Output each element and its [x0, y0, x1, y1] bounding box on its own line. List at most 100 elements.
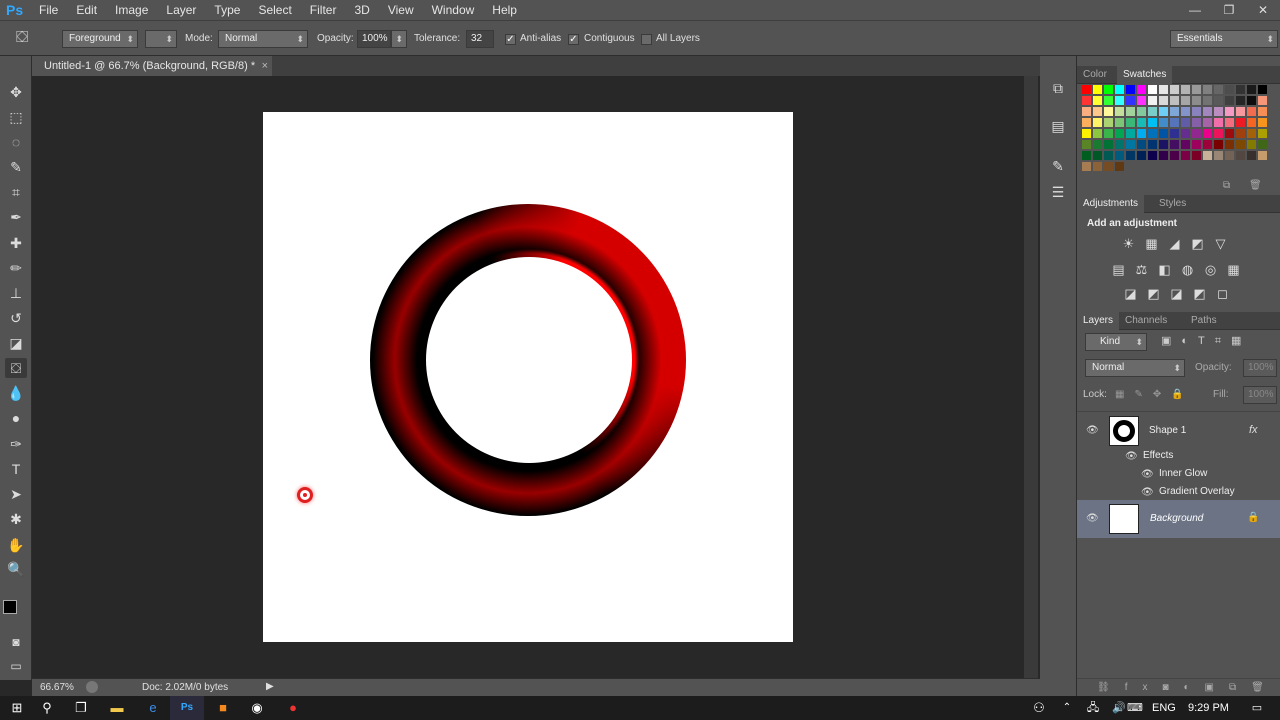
status-info-icon[interactable]: [86, 681, 98, 693]
color-swatch[interactable]: [1125, 106, 1136, 117]
app-taskbar-icon[interactable]: ■: [206, 696, 240, 720]
layers-footer-icons[interactable]: ⛓fx◙◐▣⧉🗑: [1077, 678, 1280, 696]
menu-layer[interactable]: Layer: [157, 3, 205, 17]
color-swatch[interactable]: [1136, 95, 1147, 106]
hand-tool-icon[interactable]: ✋: [5, 535, 27, 555]
fill-input[interactable]: 100%: [1243, 386, 1277, 404]
color-swatch[interactable]: [1257, 128, 1268, 139]
color-swatch[interactable]: [1169, 84, 1180, 95]
history-panel-icon[interactable]: ⧉: [1048, 80, 1068, 100]
color-swatch[interactable]: [1202, 84, 1213, 95]
color-balance-icon[interactable]: ⚖: [1130, 262, 1153, 278]
color-swatch[interactable]: [1114, 84, 1125, 95]
brush-panel-icon[interactable]: ✎: [1048, 158, 1068, 178]
color-swatch[interactable]: [1114, 128, 1125, 139]
pattern-picker[interactable]: [145, 30, 177, 48]
marquee-tool-icon[interactable]: ⬚: [5, 107, 27, 127]
color-swatch[interactable]: [1147, 84, 1158, 95]
color-swatch[interactable]: [1235, 117, 1246, 128]
color-swatch[interactable]: [1191, 139, 1202, 150]
color-swatch[interactable]: [1224, 106, 1235, 117]
antialias-checkbox[interactable]: ✓: [505, 34, 516, 45]
exposure-icon[interactable]: ◩: [1186, 236, 1209, 252]
screen-mode-icon[interactable]: ▭: [5, 656, 27, 676]
notifications-icon[interactable]: ▭: [1240, 696, 1274, 720]
recorder-icon[interactable]: ●: [276, 696, 310, 720]
color-swatch[interactable]: [1092, 150, 1103, 161]
layer-name[interactable]: Shape 1: [1149, 425, 1186, 436]
color-swatch[interactable]: [1092, 128, 1103, 139]
tool-presets-icon[interactable]: ☰: [1048, 184, 1068, 204]
gradient-map-icon[interactable]: ◩: [1188, 286, 1211, 302]
color-swatch[interactable]: [1169, 95, 1180, 106]
color-swatch[interactable]: [1169, 106, 1180, 117]
color-swatch[interactable]: [1103, 106, 1114, 117]
color-swatch[interactable]: [1213, 139, 1224, 150]
layer-filter-icons[interactable]: ▣◐T⌗▦: [1161, 334, 1251, 348]
color-swatch[interactable]: [1180, 150, 1191, 161]
photo-filter-icon[interactable]: ◍: [1176, 262, 1199, 278]
color-swatch[interactable]: [1191, 95, 1202, 106]
color-swatch[interactable]: [1224, 128, 1235, 139]
levels-icon[interactable]: ▦: [1140, 236, 1163, 252]
curves-icon[interactable]: ◢: [1163, 236, 1186, 252]
color-swatch[interactable]: [1092, 139, 1103, 150]
color-swatch[interactable]: [1235, 84, 1246, 95]
opacity-slider-toggle[interactable]: [391, 30, 407, 48]
channel-mixer-icon[interactable]: ◎: [1199, 262, 1222, 278]
color-swatch[interactable]: [1114, 139, 1125, 150]
color-swatch[interactable]: [1125, 128, 1136, 139]
color-swatch[interactable]: [1202, 139, 1213, 150]
color-swatch[interactable]: [1169, 139, 1180, 150]
color-swatch[interactable]: [1224, 139, 1235, 150]
healing-tool-icon[interactable]: ✚: [5, 233, 27, 253]
color-swatch[interactable]: [1103, 117, 1114, 128]
color-swatch[interactable]: [1125, 150, 1136, 161]
color-swatch[interactable]: [1158, 150, 1169, 161]
color-swatch[interactable]: [1202, 128, 1213, 139]
color-swatch[interactable]: [1092, 95, 1103, 106]
minimize-button[interactable]: —: [1178, 0, 1212, 20]
color-swatch[interactable]: [1114, 150, 1125, 161]
color-swatch[interactable]: [1213, 117, 1224, 128]
color-swatch[interactable]: [1257, 150, 1268, 161]
inner-glow-eye-icon[interactable]: 👁: [1141, 469, 1154, 480]
color-swatch[interactable]: [1235, 106, 1246, 117]
mode-dropdown[interactable]: Normal: [218, 30, 308, 48]
layer-row-background[interactable]: 👁 Background 🔒: [1077, 500, 1280, 538]
color-swatch[interactable]: [1125, 139, 1136, 150]
layer-blend-mode-dropdown[interactable]: Normal: [1085, 359, 1185, 377]
color-swatch[interactable]: [1224, 95, 1235, 106]
hue-saturation-icon[interactable]: ▤: [1107, 262, 1130, 278]
color-swatch[interactable]: [1180, 95, 1191, 106]
tab-adjustments[interactable]: Adjustments: [1077, 195, 1145, 213]
color-swatch[interactable]: [1081, 117, 1092, 128]
menu-image[interactable]: Image: [106, 3, 157, 17]
clock[interactable]: 9:29 PM: [1188, 702, 1229, 714]
opacity-input[interactable]: 100%: [357, 30, 391, 48]
color-swatch[interactable]: [1147, 95, 1158, 106]
threshold-icon[interactable]: ◪: [1165, 286, 1188, 302]
tab-paths[interactable]: Paths: [1185, 312, 1223, 330]
color-swatch[interactable]: [1180, 117, 1191, 128]
color-swatch[interactable]: [1136, 84, 1147, 95]
type-tool-icon[interactable]: T: [5, 459, 27, 479]
color-swatch[interactable]: [1246, 150, 1257, 161]
menu-type[interactable]: Type: [205, 3, 249, 17]
crop-tool-icon[interactable]: ⌗: [5, 182, 27, 202]
status-menu-arrow-icon[interactable]: ▶: [266, 681, 274, 692]
color-swatch[interactable]: [1246, 84, 1257, 95]
file-explorer-icon[interactable]: ▬: [100, 696, 134, 720]
windows-start-icon[interactable]: ⊞: [0, 696, 34, 720]
color-swatch[interactable]: [1103, 150, 1114, 161]
color-swatch[interactable]: [1147, 139, 1158, 150]
tab-channels[interactable]: Channels: [1119, 312, 1173, 330]
workspace-dropdown[interactable]: Essentials: [1170, 30, 1278, 48]
restore-button[interactable]: ❐: [1212, 0, 1246, 20]
lasso-tool-icon[interactable]: ◌: [5, 132, 27, 152]
color-swatch[interactable]: [1224, 150, 1235, 161]
color-swatch[interactable]: [1136, 128, 1147, 139]
color-swatch[interactable]: [1081, 106, 1092, 117]
effect-gradient-overlay[interactable]: Gradient Overlay: [1159, 486, 1235, 497]
color-swatch[interactable]: [1257, 106, 1268, 117]
